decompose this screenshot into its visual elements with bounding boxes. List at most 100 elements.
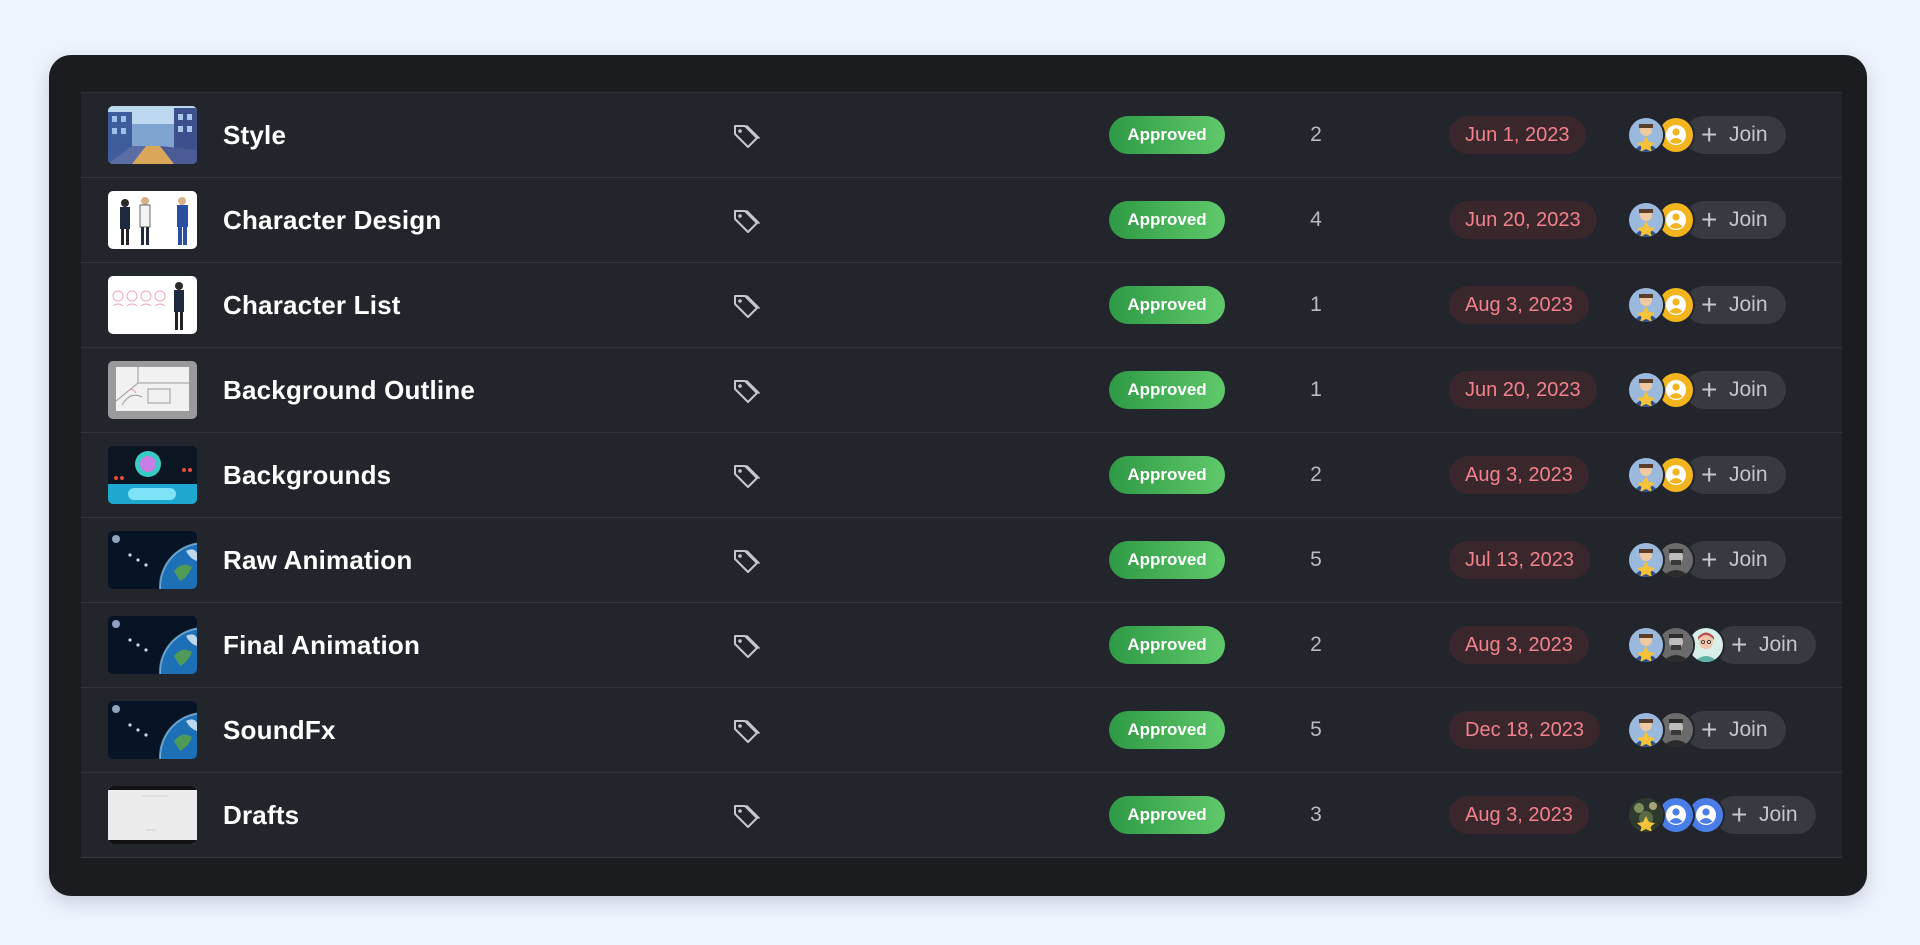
avatar xyxy=(1627,286,1665,324)
table-row[interactable]: Backgrounds Approved 2 Aug 3, 2023 + Joi… xyxy=(81,433,1842,518)
due-date-badge[interactable]: Jun 20, 2023 xyxy=(1449,371,1597,409)
folder-thumbnail[interactable] xyxy=(108,786,197,844)
table-row[interactable]: Character List Approved 1 Aug 3, 2023 + … xyxy=(81,263,1842,348)
table-row[interactable]: Background Outline Approved 1 Jun 20, 20… xyxy=(81,348,1842,433)
item-count: 2 xyxy=(1310,463,1322,486)
status-badge: Approved xyxy=(1109,116,1225,154)
folder-thumbnail[interactable] xyxy=(108,106,197,164)
table-row[interactable]: Drafts Approved 3 Aug 3, 2023 + Join xyxy=(81,773,1842,858)
folder-name[interactable]: Style xyxy=(223,93,286,177)
folder-name[interactable]: Background Outline xyxy=(223,348,475,432)
join-label: Join xyxy=(1729,718,1768,741)
status-badge: Approved xyxy=(1109,541,1225,579)
status-badge: Approved xyxy=(1109,371,1225,409)
avatar xyxy=(1627,796,1665,834)
item-count: 3 xyxy=(1310,803,1322,826)
folder-name[interactable]: Backgrounds xyxy=(223,433,391,517)
item-count: 1 xyxy=(1310,293,1322,316)
plus-icon: + xyxy=(1701,714,1718,745)
tag-icon[interactable] xyxy=(732,293,760,319)
plus-icon: + xyxy=(1701,544,1718,575)
folder-name[interactable]: SoundFx xyxy=(223,688,336,772)
plus-icon: + xyxy=(1701,374,1718,405)
item-count: 5 xyxy=(1310,718,1322,741)
tag-icon[interactable] xyxy=(732,378,760,404)
folder-thumbnail[interactable] xyxy=(108,446,197,504)
status-badge: Approved xyxy=(1109,796,1225,834)
folder-thumbnail[interactable] xyxy=(108,616,197,674)
join-label: Join xyxy=(1729,463,1768,486)
folder-thumbnail[interactable] xyxy=(108,191,197,249)
folder-thumbnail[interactable] xyxy=(108,276,197,334)
join-label: Join xyxy=(1759,633,1798,656)
folder-thumbnail[interactable] xyxy=(108,531,197,589)
table-row[interactable]: Character Design Approved 4 Jun 20, 2023… xyxy=(81,178,1842,263)
join-button[interactable]: + Join xyxy=(1715,796,1816,834)
join-button[interactable]: + Join xyxy=(1685,711,1786,749)
tag-icon[interactable] xyxy=(732,548,760,574)
item-count: 2 xyxy=(1310,633,1322,656)
tag-icon[interactable] xyxy=(732,208,760,234)
table-row[interactable]: Final Animation Approved 2 Aug 3, 2023 +… xyxy=(81,603,1842,688)
join-label: Join xyxy=(1759,803,1798,826)
plus-icon: + xyxy=(1731,799,1748,830)
avatar xyxy=(1627,201,1665,239)
avatar xyxy=(1627,116,1665,154)
table-row[interactable]: Style Approved 2 Jun 1, 2023 + Join xyxy=(81,93,1842,178)
item-count: 1 xyxy=(1310,378,1322,401)
status-badge: Approved xyxy=(1109,456,1225,494)
join-label: Join xyxy=(1729,293,1768,316)
plus-icon: + xyxy=(1701,204,1718,235)
avatar xyxy=(1627,541,1665,579)
folder-panel: Style Approved 2 Jun 1, 2023 + Join Char xyxy=(49,55,1867,896)
join-button[interactable]: + Join xyxy=(1715,626,1816,664)
folder-name[interactable]: Raw Animation xyxy=(223,518,412,602)
due-date-badge[interactable]: Aug 3, 2023 xyxy=(1449,796,1589,834)
folder-thumbnail[interactable] xyxy=(108,701,197,759)
avatar xyxy=(1627,626,1665,664)
tag-icon[interactable] xyxy=(732,123,760,149)
join-label: Join xyxy=(1729,208,1768,231)
join-button[interactable]: + Join xyxy=(1685,371,1786,409)
table-row[interactable]: SoundFx Approved 5 Dec 18, 2023 + Join xyxy=(81,688,1842,773)
due-date-badge[interactable]: Aug 3, 2023 xyxy=(1449,286,1589,324)
due-date-badge[interactable]: Dec 18, 2023 xyxy=(1449,711,1600,749)
join-button[interactable]: + Join xyxy=(1685,201,1786,239)
status-badge: Approved xyxy=(1109,711,1225,749)
plus-icon: + xyxy=(1701,289,1718,320)
folder-name[interactable]: Final Animation xyxy=(223,603,420,687)
folder-name[interactable]: Character List xyxy=(223,263,401,347)
avatar xyxy=(1627,456,1665,494)
due-date-badge[interactable]: Aug 3, 2023 xyxy=(1449,626,1589,664)
due-date-badge[interactable]: Jul 13, 2023 xyxy=(1449,541,1590,579)
status-badge: Approved xyxy=(1109,626,1225,664)
status-badge: Approved xyxy=(1109,201,1225,239)
tag-icon[interactable] xyxy=(732,463,760,489)
join-button[interactable]: + Join xyxy=(1685,541,1786,579)
folder-name[interactable]: Character Design xyxy=(223,178,442,262)
tag-icon[interactable] xyxy=(732,633,760,659)
tag-icon[interactable] xyxy=(732,718,760,744)
status-badge: Approved xyxy=(1109,286,1225,324)
join-button[interactable]: + Join xyxy=(1685,116,1786,154)
join-label: Join xyxy=(1729,378,1768,401)
plus-icon: + xyxy=(1731,629,1748,660)
join-label: Join xyxy=(1729,548,1768,571)
folder-table: Style Approved 2 Jun 1, 2023 + Join Char xyxy=(81,92,1842,858)
tag-icon[interactable] xyxy=(732,803,760,829)
due-date-badge[interactable]: Jun 20, 2023 xyxy=(1449,201,1597,239)
item-count: 4 xyxy=(1310,208,1322,231)
due-date-badge[interactable]: Jun 1, 2023 xyxy=(1449,116,1586,154)
plus-icon: + xyxy=(1701,459,1718,490)
avatar xyxy=(1627,371,1665,409)
folder-name[interactable]: Drafts xyxy=(223,773,299,857)
table-row[interactable]: Raw Animation Approved 5 Jul 13, 2023 + … xyxy=(81,518,1842,603)
join-button[interactable]: + Join xyxy=(1685,286,1786,324)
folder-thumbnail[interactable] xyxy=(108,361,197,419)
avatar xyxy=(1627,711,1665,749)
item-count: 5 xyxy=(1310,548,1322,571)
due-date-badge[interactable]: Aug 3, 2023 xyxy=(1449,456,1589,494)
join-button[interactable]: + Join xyxy=(1685,456,1786,494)
plus-icon: + xyxy=(1701,119,1718,150)
page-background: Style Approved 2 Jun 1, 2023 + Join Char xyxy=(2,2,1918,943)
